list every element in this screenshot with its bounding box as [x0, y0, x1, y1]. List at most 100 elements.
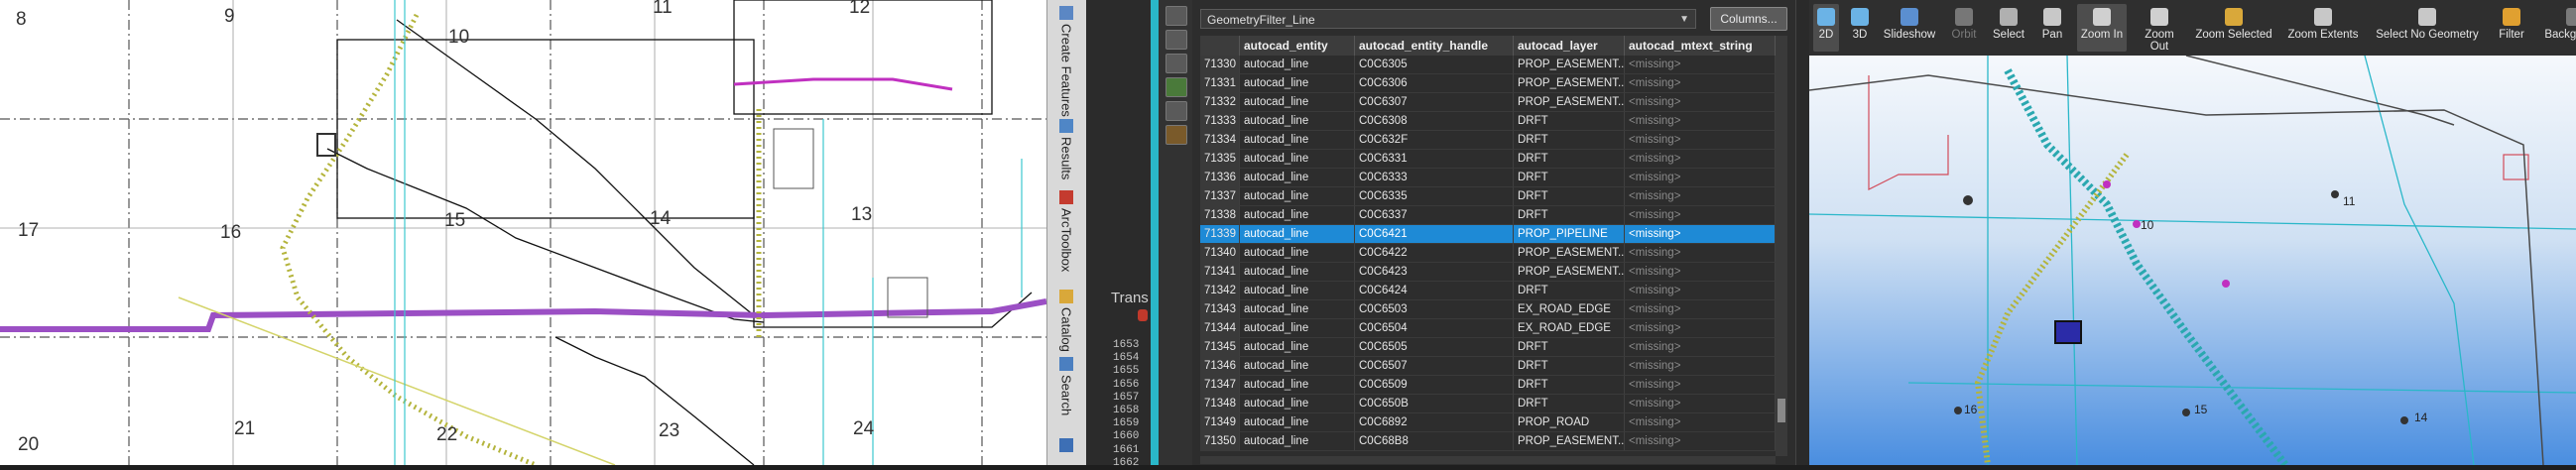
mtext-cell[interactable]: <missing> — [1625, 225, 1776, 244]
table-row[interactable]: 71341 autocad_line C0C6423 PROP_EASEMENT...… — [1200, 263, 1776, 282]
handle-cell[interactable]: C0C6308 — [1355, 112, 1514, 131]
layer-cell[interactable]: DRFT — [1514, 131, 1625, 150]
mtext-cell[interactable]: <missing> — [1625, 150, 1776, 169]
entity-cell[interactable]: autocad_line — [1240, 338, 1355, 357]
row-id[interactable]: 71334 — [1200, 131, 1240, 150]
toolbar-zoom-selected-button[interactable]: Zoom Selected — [2192, 4, 2275, 52]
layer-cell[interactable]: PROP_EASEMENT... — [1514, 56, 1625, 74]
layer-cell[interactable]: EX_ROAD_EDGE — [1514, 319, 1625, 338]
map-icon[interactable] — [1165, 77, 1187, 97]
column-header[interactable]: autocad_mtext_string — [1625, 36, 1776, 56]
handle-cell[interactable]: C0C6421 — [1355, 225, 1514, 244]
layer-cell[interactable]: PROP_ROAD — [1514, 413, 1625, 432]
row-id[interactable]: 71335 — [1200, 150, 1240, 169]
grid-icon[interactable] — [1165, 54, 1187, 73]
mtext-cell[interactable]: <missing> — [1625, 319, 1776, 338]
layer-cell[interactable]: DRFT — [1514, 169, 1625, 187]
handle-cell[interactable]: C0C6507 — [1355, 357, 1514, 376]
gear-icon[interactable] — [1165, 101, 1187, 121]
toolbar-select-button[interactable]: Select — [1990, 4, 2027, 52]
row-id[interactable]: 71331 — [1200, 74, 1240, 93]
toolbar-zoom-in-button[interactable]: Zoom In — [2077, 4, 2127, 52]
mtext-cell[interactable]: <missing> — [1625, 93, 1776, 112]
columns-button[interactable]: Columns... — [1710, 7, 1787, 31]
table-row[interactable]: 71348 autocad_line C0C650B DRFT <missing> — [1200, 395, 1776, 413]
entity-cell[interactable]: autocad_line — [1240, 282, 1355, 300]
mtext-cell[interactable]: <missing> — [1625, 376, 1776, 395]
entity-cell[interactable]: autocad_line — [1240, 432, 1355, 451]
layer-cell[interactable]: PROP_EASEMENT... — [1514, 74, 1625, 93]
entity-cell[interactable]: autocad_line — [1240, 357, 1355, 376]
vertical-scrollbar[interactable] — [1776, 36, 1787, 456]
toolbar-zoom-extents-button[interactable]: Zoom Extents — [2283, 4, 2363, 52]
entity-cell[interactable]: autocad_line — [1240, 376, 1355, 395]
toolbar-pan-button[interactable]: Pan — [2035, 4, 2069, 52]
row-id[interactable]: 71339 — [1200, 225, 1240, 244]
mtext-cell[interactable]: <missing> — [1625, 357, 1776, 376]
row-id[interactable]: 71330 — [1200, 56, 1240, 74]
toolbar-slideshow-button[interactable]: Slideshow — [1881, 4, 1938, 52]
entity-cell[interactable]: autocad_line — [1240, 319, 1355, 338]
toolbar-background-button[interactable]: Background — [2539, 4, 2576, 52]
layer-cell[interactable]: DRFT — [1514, 282, 1625, 300]
handle-cell[interactable]: C0C6305 — [1355, 56, 1514, 74]
row-id[interactable]: 71332 — [1200, 93, 1240, 112]
mtext-cell[interactable]: <missing> — [1625, 338, 1776, 357]
entity-cell[interactable]: autocad_line — [1240, 74, 1355, 93]
layer-cell[interactable]: PROP_EASEMENT... — [1514, 432, 1625, 451]
tab-search[interactable]: Search — [1053, 357, 1079, 415]
handle-cell[interactable]: C0C6337 — [1355, 206, 1514, 225]
mtext-cell[interactable]: <missing> — [1625, 395, 1776, 413]
table-row[interactable]: 71337 autocad_line C0C6335 DRFT <missing> — [1200, 187, 1776, 206]
entity-cell[interactable]: autocad_line — [1240, 263, 1355, 282]
toolbar-2d-button[interactable]: 2D — [1813, 4, 1839, 52]
mtext-cell[interactable]: <missing> — [1625, 432, 1776, 451]
layer-cell[interactable]: PROP_EASEMENT... — [1514, 244, 1625, 263]
layer-cell[interactable]: PROP_EASEMENT... — [1514, 93, 1625, 112]
mtext-cell[interactable]: <missing> — [1625, 187, 1776, 206]
row-id[interactable]: 71342 — [1200, 282, 1240, 300]
layer-cell[interactable]: DRFT — [1514, 150, 1625, 169]
table-row[interactable]: 71345 autocad_line C0C6505 DRFT <missing> — [1200, 338, 1776, 357]
table-row[interactable]: 71347 autocad_line C0C6509 DRFT <missing> — [1200, 376, 1776, 395]
handle-cell[interactable]: C0C6422 — [1355, 244, 1514, 263]
table-row[interactable]: 71334 autocad_line C0C632F DRFT <missing> — [1200, 131, 1776, 150]
tab-arctoolbox[interactable]: ArcToolbox — [1053, 190, 1079, 272]
handle-cell[interactable]: C0C68B8 — [1355, 432, 1514, 451]
layer-cell[interactable]: DRFT — [1514, 206, 1625, 225]
scrollbar-thumb[interactable] — [1778, 399, 1785, 422]
horizontal-scrollbar[interactable] — [1200, 456, 1776, 464]
toolbar-orbit-button[interactable]: Orbit — [1946, 4, 1982, 52]
mtext-cell[interactable]: <missing> — [1625, 263, 1776, 282]
table-row[interactable]: 71346 autocad_line C0C6507 DRFT <missing> — [1200, 357, 1776, 376]
table-row[interactable]: 71343 autocad_line C0C6503 EX_ROAD_EDGE <mis… — [1200, 300, 1776, 319]
row-id[interactable]: 71338 — [1200, 206, 1240, 225]
handle-cell[interactable]: C0C6892 — [1355, 413, 1514, 432]
cad-map-view[interactable]: 8 9 10 11 12 17 16 15 14 13 20 21 22 23 … — [0, 0, 1046, 465]
handle-cell[interactable]: C0C6509 — [1355, 376, 1514, 395]
mtext-cell[interactable]: <missing> — [1625, 56, 1776, 74]
toolbar-select-no-geometry-button[interactable]: Select No Geometry — [2371, 4, 2484, 52]
table-row[interactable]: 71338 autocad_line C0C6337 DRFT <missing> — [1200, 206, 1776, 225]
row-id[interactable]: 71341 — [1200, 263, 1240, 282]
handle-cell[interactable]: C0C6423 — [1355, 263, 1514, 282]
column-header[interactable]: autocad_layer — [1514, 36, 1625, 56]
table-row[interactable]: 71335 autocad_line C0C6331 DRFT <missing> — [1200, 150, 1776, 169]
handle-cell[interactable]: C0C6307 — [1355, 93, 1514, 112]
layer-cell[interactable]: DRFT — [1514, 338, 1625, 357]
row-id[interactable]: 71345 — [1200, 338, 1240, 357]
mtext-cell[interactable]: <missing> — [1625, 112, 1776, 131]
row-id[interactable]: 71348 — [1200, 395, 1240, 413]
layer-cell[interactable]: PROP_EASEMENT... — [1514, 263, 1625, 282]
row-id[interactable]: 71346 — [1200, 357, 1240, 376]
layer-cell[interactable]: EX_ROAD_EDGE — [1514, 300, 1625, 319]
table-row[interactable]: 71336 autocad_line C0C6333 DRFT <missing> — [1200, 169, 1776, 187]
table-row[interactable]: 71340 autocad_line C0C6422 PROP_EASEMENT...… — [1200, 244, 1776, 263]
entity-cell[interactable]: autocad_line — [1240, 56, 1355, 74]
table-row[interactable]: 71342 autocad_line C0C6424 DRFT <missing> — [1200, 282, 1776, 300]
column-header[interactable]: autocad_entity — [1240, 36, 1355, 56]
table-row[interactable]: 71349 autocad_line C0C6892 PROP_ROAD <missin… — [1200, 413, 1776, 432]
entity-cell[interactable]: autocad_line — [1240, 225, 1355, 244]
panel-splitter[interactable] — [1795, 0, 1810, 465]
tab-catalog[interactable]: Catalog — [1053, 290, 1079, 352]
